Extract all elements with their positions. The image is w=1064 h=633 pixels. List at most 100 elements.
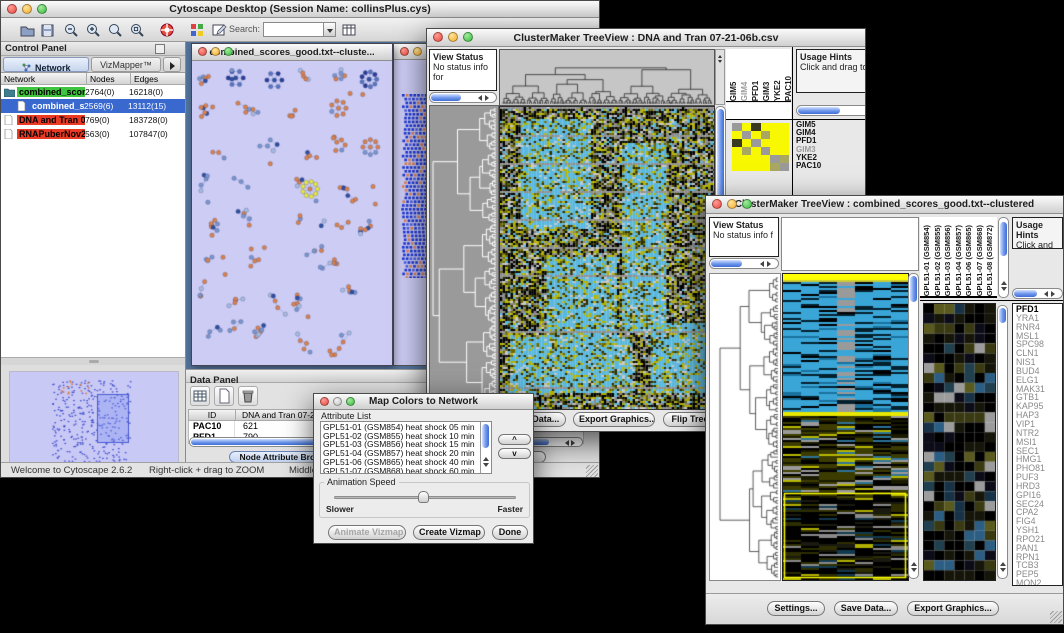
- column-header-nodes[interactable]: Nodes: [87, 73, 131, 84]
- matrix-cell[interactable]: [770, 139, 780, 147]
- tab-vizmapper[interactable]: VizMapper™: [91, 57, 161, 72]
- attribute-list-vscrollbar[interactable]: [480, 422, 491, 473]
- minimize-button[interactable]: [22, 4, 32, 14]
- matrix-cell[interactable]: [780, 155, 790, 163]
- matrix-cell[interactable]: [761, 139, 771, 147]
- gene-label[interactable]: MON2: [1016, 579, 1062, 586]
- move-down-button[interactable]: v: [498, 448, 531, 459]
- help-ring-icon[interactable]: [159, 22, 175, 38]
- matrix-cell[interactable]: [780, 139, 790, 147]
- matrix-cell[interactable]: [770, 131, 780, 139]
- close-button[interactable]: [433, 32, 443, 42]
- matrix-cell[interactable]: [780, 163, 790, 171]
- close-button[interactable]: [400, 47, 409, 56]
- matrix-cell[interactable]: [770, 163, 780, 171]
- column-label[interactable]: GIM5: [729, 76, 739, 101]
- move-up-button[interactable]: ^: [498, 434, 531, 445]
- matrix-cell[interactable]: [742, 123, 752, 131]
- zoom-button[interactable]: [224, 47, 233, 56]
- matrix-cell[interactable]: [751, 163, 761, 171]
- minimize-button[interactable]: [211, 47, 220, 56]
- matrix-cell[interactable]: [761, 155, 771, 163]
- treeview2-titlebar[interactable]: ClusterMaker TreeView : combined_scores_…: [706, 196, 1063, 214]
- table-icon[interactable]: [341, 22, 357, 38]
- zoom-button[interactable]: [463, 32, 473, 42]
- global-heatmap-canvas[interactable]: [782, 273, 909, 581]
- network-view-canvas[interactable]: [192, 61, 392, 365]
- float-panel-icon[interactable]: [155, 44, 165, 54]
- array-column-label[interactable]: GPL51-07 (GSM868): [975, 225, 985, 296]
- export-graphics-button[interactable]: Export Graphics...: [907, 601, 999, 616]
- close-button[interactable]: [320, 397, 329, 406]
- attribute-grid-icon[interactable]: [190, 386, 210, 406]
- panel-splitter[interactable]: [1, 358, 185, 365]
- open-icon[interactable]: [19, 22, 35, 38]
- network-list-row[interactable]: RNAPuberNov2+I563(0)107847(0): [1, 127, 185, 141]
- array-column-label[interactable]: GPL51-08 (GSM872): [985, 225, 995, 296]
- network-frame-titlebar[interactable]: combined_scores_good.txt--cluste...: [192, 44, 392, 61]
- dialog-titlebar[interactable]: Map Colors to Network: [314, 394, 533, 410]
- scrollbar-thumb[interactable]: [798, 107, 840, 114]
- matrix-cell[interactable]: [732, 155, 742, 163]
- zoom-button[interactable]: [742, 199, 752, 209]
- matrix-cell[interactable]: [751, 147, 761, 155]
- matrix-cell[interactable]: [770, 147, 780, 155]
- zoom-heatmap-canvas[interactable]: [923, 303, 996, 581]
- new-attribute-icon[interactable]: [214, 386, 234, 406]
- column-dendrogram-canvas[interactable]: [499, 49, 715, 106]
- scrollbar-thumb[interactable]: [1014, 290, 1037, 297]
- scrollbar-thumb[interactable]: [999, 308, 1006, 323]
- zoom-button[interactable]: [37, 4, 47, 14]
- matrix-cell[interactable]: [742, 155, 752, 163]
- matrix-cell[interactable]: [770, 155, 780, 163]
- usage-hints-scrollbar[interactable]: [796, 105, 866, 116]
- matrix-cell[interactable]: [732, 131, 742, 139]
- matrix-cell[interactable]: [751, 123, 761, 131]
- matrix-cell[interactable]: [761, 123, 771, 131]
- column-label[interactable]: GIM3: [762, 76, 772, 101]
- matrix-cell[interactable]: [732, 123, 742, 131]
- zoom-button[interactable]: [346, 397, 355, 406]
- close-button[interactable]: [198, 47, 207, 56]
- global-vscrollbar[interactable]: [908, 273, 919, 579]
- column-header-network[interactable]: Network: [1, 73, 87, 84]
- main-titlebar[interactable]: Cytoscape Desktop (Session Name: collins…: [1, 1, 599, 18]
- matrix-cell[interactable]: [751, 139, 761, 147]
- done-button[interactable]: Done: [492, 525, 528, 540]
- matrix-cell[interactable]: [732, 147, 742, 155]
- row-dendrogram-canvas[interactable]: [429, 105, 499, 417]
- minimize-button[interactable]: [727, 199, 737, 209]
- network-list-row[interactable]: combined_scores2764(0)16218(0): [1, 85, 185, 99]
- save-data-button[interactable]: Save Data...: [834, 601, 898, 616]
- matrix-cell[interactable]: [761, 147, 771, 155]
- view-status-scrollbar[interactable]: [429, 92, 497, 103]
- matrix-cell[interactable]: [742, 131, 752, 139]
- column-label[interactable]: PFD1: [751, 76, 761, 101]
- matrix-cell[interactable]: [732, 163, 742, 171]
- matrix-cell[interactable]: [742, 163, 752, 171]
- scrollbar-thumb[interactable]: [1000, 222, 1007, 256]
- minimize-button[interactable]: [413, 47, 422, 56]
- matrix-cell[interactable]: [780, 123, 790, 131]
- tab-overflow-button[interactable]: [163, 57, 181, 72]
- data-column-id[interactable]: ID: [188, 409, 236, 421]
- array-column-label[interactable]: GPL51-01 (GSM854): [922, 225, 932, 296]
- zoom-fit-icon[interactable]: [129, 22, 145, 38]
- zoom-matrix[interactable]: [732, 123, 789, 171]
- save-icon[interactable]: [39, 22, 55, 38]
- attribute-list-item[interactable]: GPL51-07 (GSM868) heat shock 60 min: [323, 467, 491, 474]
- row-label[interactable]: PAC10: [796, 162, 856, 170]
- matrix-cell[interactable]: [742, 139, 752, 147]
- resize-grip[interactable]: [1050, 611, 1062, 623]
- treeview1-titlebar[interactable]: ClusterMaker TreeView : DNA and Tran 07-…: [427, 29, 865, 47]
- scrollbar-thumb[interactable]: [717, 109, 724, 205]
- zoom-in-icon[interactable]: [85, 22, 101, 38]
- scrollbar-thumb[interactable]: [482, 424, 489, 448]
- matrix-cell[interactable]: [780, 147, 790, 155]
- tab-network[interactable]: Network: [3, 57, 89, 72]
- array-column-label[interactable]: GPL51-06 (GSM865): [964, 225, 974, 296]
- scrollbar-thumb[interactable]: [910, 276, 917, 302]
- navigator-canvas[interactable]: [9, 371, 179, 469]
- annotation-icon[interactable]: [211, 22, 227, 38]
- array-labels-vscrollbar[interactable]: [998, 217, 1009, 298]
